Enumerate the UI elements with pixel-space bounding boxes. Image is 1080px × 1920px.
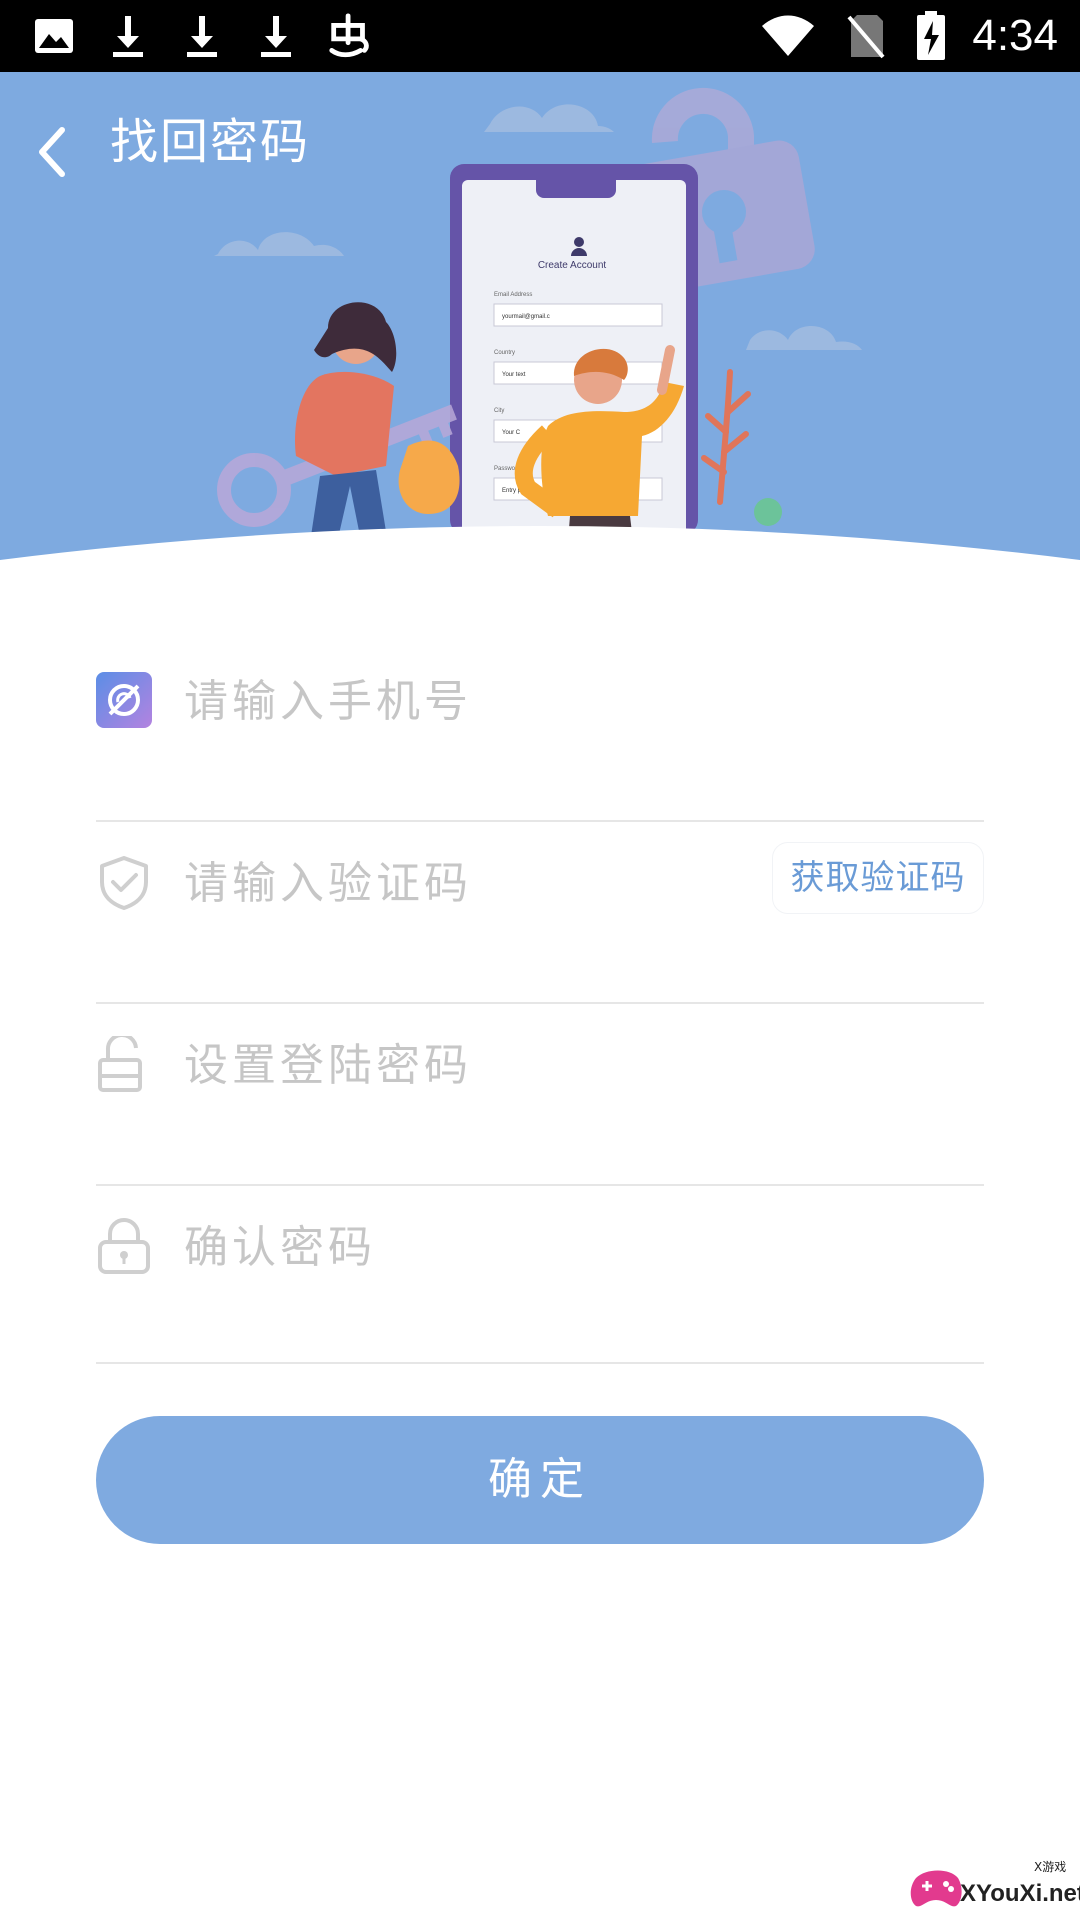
phone-app-icon xyxy=(96,672,152,728)
download-icon xyxy=(252,10,300,62)
reset-password-form: 获取验证码 xyxy=(96,640,984,1364)
password-field-row xyxy=(96,1004,984,1186)
verification-code-input[interactable] xyxy=(182,842,636,924)
watermark-logo: X游戏 XYouXi.net xyxy=(908,1858,1080,1914)
app-notification-icon xyxy=(326,10,374,62)
new-password-input[interactable] xyxy=(182,1024,746,1106)
illustration-field-label: City xyxy=(494,408,504,414)
chevron-left-icon xyxy=(39,127,65,177)
download-icon xyxy=(104,10,152,62)
wifi-icon xyxy=(760,10,816,62)
illustration-field-value: Your C xyxy=(502,430,521,436)
clock-time: 4:34 xyxy=(972,11,1058,60)
watermark-brand-text: XYouXi.net xyxy=(960,1880,1080,1907)
download-icon xyxy=(178,10,226,62)
illustration-form-title: Create Account xyxy=(538,260,607,271)
shield-check-icon xyxy=(96,854,152,910)
unlock-icon xyxy=(96,1032,152,1092)
status-bar: 4:34 xyxy=(0,0,1080,72)
back-button[interactable] xyxy=(28,110,84,190)
no-sim-icon xyxy=(842,10,890,62)
watermark-small-text: X游戏 xyxy=(1034,1860,1067,1874)
illustration-field-label: Email Address xyxy=(494,292,532,298)
confirm-button[interactable]: 确定 xyxy=(96,1416,984,1544)
image-icon xyxy=(30,10,78,62)
illustration-field-value: yourmail@gmail.c xyxy=(502,314,550,320)
illustration-field-value: Your text xyxy=(502,372,526,378)
confirm-password-input[interactable] xyxy=(182,1206,746,1288)
header-banner: Create Account Email Address Country Cit… xyxy=(0,72,1080,572)
battery-charging-icon xyxy=(916,10,946,62)
get-code-button[interactable]: 获取验证码 xyxy=(772,842,984,914)
lock-icon xyxy=(96,1218,152,1274)
gamepad-icon xyxy=(910,1870,962,1907)
page-title: 找回密码 xyxy=(110,114,311,170)
phone-field-row xyxy=(96,640,984,822)
code-field-row: 获取验证码 xyxy=(96,822,984,1004)
confirm-password-field-row xyxy=(96,1186,984,1364)
illustration-field-label: Country xyxy=(494,350,515,356)
phone-input[interactable] xyxy=(182,660,746,742)
